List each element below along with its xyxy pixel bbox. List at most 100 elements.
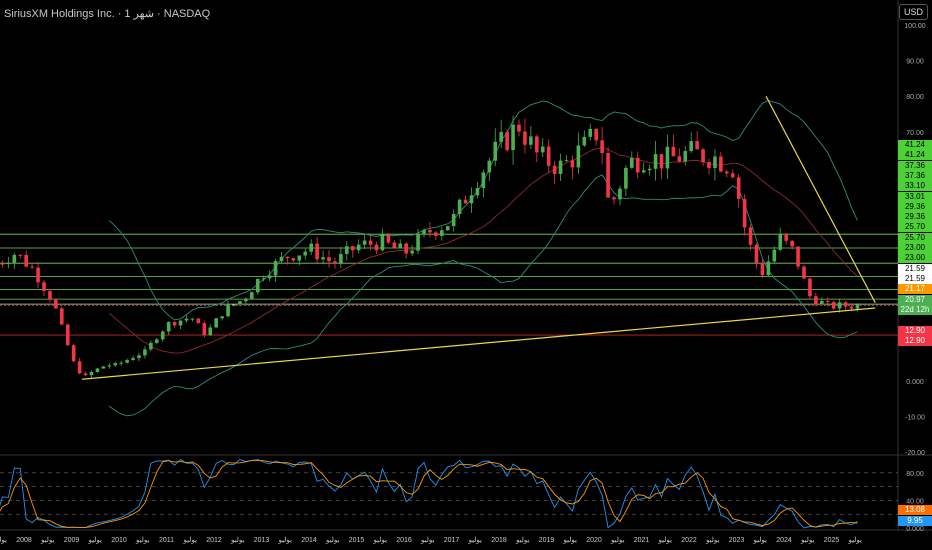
candle-body xyxy=(321,257,325,260)
candle-body xyxy=(630,157,634,168)
candle-body xyxy=(760,262,765,276)
price-tick-label: -20.00 xyxy=(905,450,925,457)
time-tick-label: يوليو xyxy=(135,536,149,544)
candle-body xyxy=(143,349,147,356)
price-chart[interactable]: 100.00 90.00 80.00 70.00 0.000 -10.00 -20.00 يو… xyxy=(0,0,932,550)
candle-body xyxy=(149,342,153,350)
candle-body xyxy=(190,318,195,320)
candle-body xyxy=(95,368,100,372)
candle-body xyxy=(445,226,450,231)
candle-body xyxy=(250,292,254,299)
candle-body xyxy=(119,362,123,364)
time-tick-label: يوليو xyxy=(753,536,767,544)
candle-body xyxy=(434,232,438,236)
candle-body xyxy=(261,278,266,280)
price-label-green: 37.36 xyxy=(898,170,932,181)
candle-body xyxy=(796,246,800,267)
price-label-white: 21.59 xyxy=(898,273,932,284)
price-label-orange: 21.17 xyxy=(898,284,932,295)
candle-body xyxy=(742,198,747,228)
candle-body xyxy=(600,140,604,153)
time-tick-label: يوليو xyxy=(848,536,862,544)
candle-body xyxy=(60,308,64,325)
candle-body xyxy=(83,373,88,376)
oscillator-tick: 0.000 xyxy=(906,526,924,533)
time-tick-label: 2011 xyxy=(159,537,174,544)
price-tick-label: 0.000 xyxy=(906,379,924,386)
candle-body xyxy=(511,124,515,151)
candle-body xyxy=(695,141,699,150)
oscillator-tick: 80.00 xyxy=(906,471,924,478)
time-tick-label: 2013 xyxy=(254,537,270,544)
candle-body xyxy=(825,301,830,303)
candle-body xyxy=(505,132,509,151)
candle-body xyxy=(790,240,794,247)
candle-body xyxy=(582,136,587,146)
time-tick-label: يوليو xyxy=(658,536,672,544)
candle-body xyxy=(665,146,670,169)
time-tick-label: 2009 xyxy=(64,537,80,544)
candle-body xyxy=(784,233,788,241)
candle-body xyxy=(327,257,331,262)
candle-body xyxy=(160,331,165,340)
price-label-green: 23.00 xyxy=(898,253,932,264)
candle-body xyxy=(725,171,729,174)
candle-body xyxy=(594,128,598,141)
candle-body xyxy=(285,256,290,259)
candle-body xyxy=(683,151,688,162)
time-tick-label: يوليو xyxy=(515,536,529,544)
candle-body xyxy=(635,157,640,173)
price-label-white: 21.59 xyxy=(898,263,932,274)
candle-body xyxy=(255,278,260,293)
candle-body xyxy=(736,177,741,199)
candle-body xyxy=(125,360,129,363)
candle-body xyxy=(18,254,23,256)
oscillator-value-label: 9.95 xyxy=(898,516,932,526)
candle-body xyxy=(392,242,397,248)
candle-body xyxy=(113,363,118,366)
candle-body xyxy=(808,278,812,297)
candle-body xyxy=(558,160,563,174)
time-tick-label: 2015 xyxy=(349,537,365,544)
candle-body xyxy=(463,199,468,204)
candle-body xyxy=(748,227,753,245)
candle-body xyxy=(196,318,201,324)
candle-body xyxy=(659,154,664,169)
candle-body xyxy=(350,246,355,251)
candle-body xyxy=(843,302,848,307)
candle-body xyxy=(814,296,818,305)
time-tick-label: 2008 xyxy=(16,537,32,544)
candle-body xyxy=(386,234,391,243)
price-label-green: 25.70 xyxy=(898,222,932,233)
candle-body xyxy=(564,160,569,162)
candle-body xyxy=(671,146,676,157)
candle-body xyxy=(54,299,58,309)
candle-body xyxy=(71,345,76,362)
price-label-green: 33.01 xyxy=(898,191,932,202)
candle-body xyxy=(588,128,593,137)
candle-body xyxy=(416,234,420,251)
time-tick-label: يوليو xyxy=(610,536,624,544)
candle-body xyxy=(535,136,539,153)
price-label-green: 29.36 xyxy=(898,212,932,223)
price-label-green: 25.70 xyxy=(898,232,932,243)
candle-body xyxy=(641,170,646,173)
candle-body xyxy=(131,358,135,361)
currency-button[interactable]: USD xyxy=(898,4,928,20)
time-tick-label: 2014 xyxy=(301,537,317,544)
price-label-green: 23.00 xyxy=(898,243,932,253)
candle-body xyxy=(713,156,717,168)
time-tick-label: يوليو xyxy=(40,536,54,544)
candle-body xyxy=(48,290,52,300)
candle-body xyxy=(356,244,361,251)
candle-body xyxy=(398,243,403,248)
candle-body xyxy=(802,266,806,279)
candle-body xyxy=(689,141,693,152)
candle-body xyxy=(24,254,28,267)
price-tick-label: 70.00 xyxy=(906,130,924,137)
candle-body xyxy=(65,324,70,346)
candle-body xyxy=(291,258,296,261)
candle-body xyxy=(77,361,82,374)
candle-body xyxy=(653,154,658,169)
candle-body xyxy=(606,152,610,198)
